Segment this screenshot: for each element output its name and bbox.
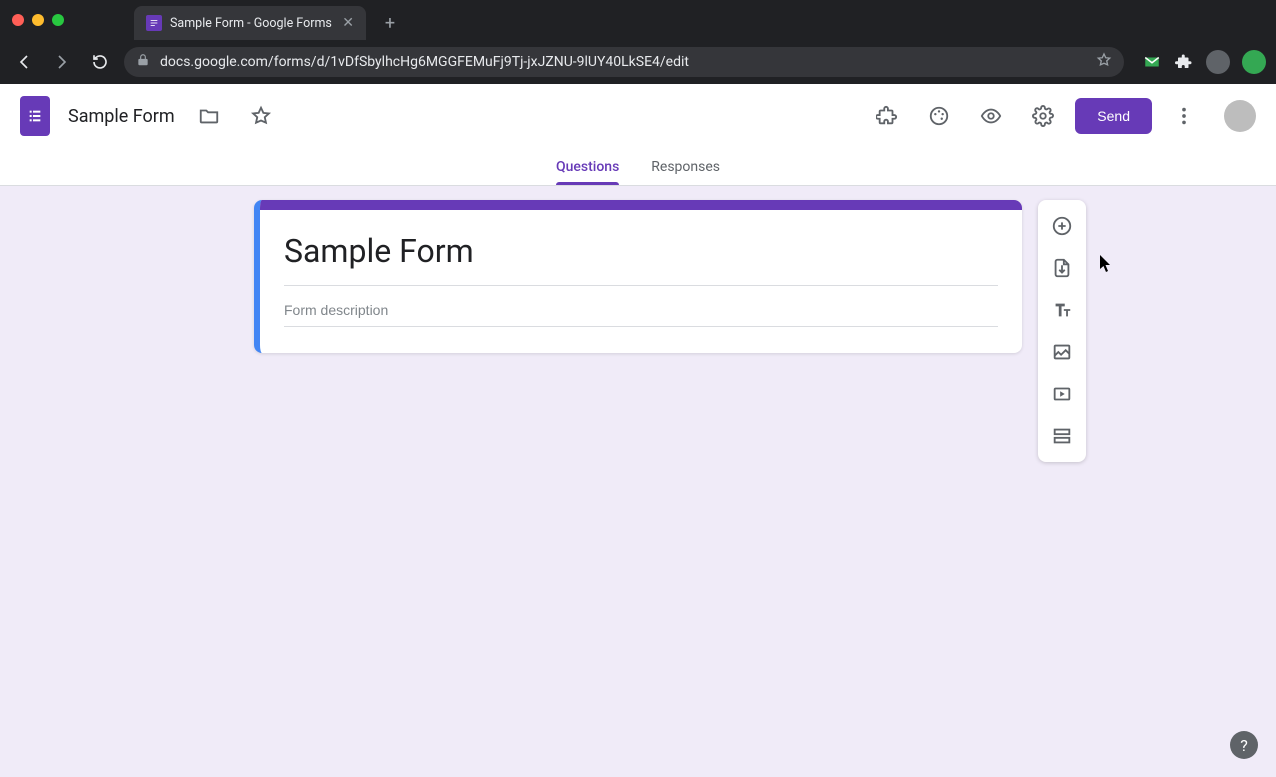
back-button[interactable] <box>10 48 38 76</box>
address-bar[interactable]: docs.google.com/forms/d/1vDfSbylhcHg6MGG… <box>124 47 1124 77</box>
tab-strip: Sample Form - Google Forms ✕ + <box>134 0 404 40</box>
url-text: docs.google.com/forms/d/1vDfSbylhcHg6MGG… <box>160 54 1086 70</box>
window-maximize-icon[interactable] <box>52 14 64 26</box>
window-close-icon[interactable] <box>12 14 24 26</box>
new-tab-button[interactable]: + <box>376 9 404 37</box>
help-button[interactable]: ? <box>1230 731 1258 759</box>
app-header: Sample Form Send <box>0 84 1276 148</box>
add-video-button[interactable] <box>1042 374 1082 414</box>
extension-mail-icon[interactable] <box>1142 52 1162 72</box>
reload-button[interactable] <box>86 48 114 76</box>
title-bar: Sample Form - Google Forms ✕ + <box>0 0 1276 40</box>
account-avatar[interactable] <box>1224 100 1256 132</box>
add-image-button[interactable] <box>1042 332 1082 372</box>
form-title-input[interactable]: Sample Form <box>284 230 998 281</box>
customize-theme-button[interactable] <box>919 96 959 136</box>
question-toolbar <box>1038 200 1086 462</box>
forms-favicon-icon <box>146 15 162 31</box>
add-section-button[interactable] <box>1042 416 1082 456</box>
more-menu-button[interactable] <box>1164 96 1204 136</box>
document-title[interactable]: Sample Form <box>66 102 177 131</box>
form-header-card[interactable]: Sample Form <box>254 200 1022 353</box>
tab-questions[interactable]: Questions <box>556 159 619 185</box>
send-button[interactable]: Send <box>1075 98 1152 134</box>
star-button[interactable] <box>241 96 281 136</box>
lock-icon <box>136 53 150 71</box>
help-icon: ? <box>1240 736 1248 755</box>
form-canvas: Sample Form <box>0 186 1276 777</box>
import-questions-button[interactable] <box>1042 248 1082 288</box>
toolbar-row: docs.google.com/forms/d/1vDfSbylhcHg6MGG… <box>0 40 1276 84</box>
close-tab-icon[interactable]: ✕ <box>342 16 354 30</box>
card-accent-bar <box>260 200 1022 210</box>
add-question-button[interactable] <box>1042 206 1082 246</box>
profile-avatar-2[interactable] <box>1242 50 1266 74</box>
add-title-button[interactable] <box>1042 290 1082 330</box>
extensions-puzzle-icon[interactable] <box>1174 52 1194 72</box>
browser-tab-title: Sample Form - Google Forms <box>170 16 334 31</box>
preview-button[interactable] <box>971 96 1011 136</box>
browser-tab[interactable]: Sample Form - Google Forms ✕ <box>134 6 366 40</box>
move-to-folder-button[interactable] <box>189 96 229 136</box>
forward-button[interactable] <box>48 48 76 76</box>
profile-avatar-1[interactable] <box>1206 50 1230 74</box>
divider <box>284 285 998 286</box>
addons-button[interactable] <box>867 96 907 136</box>
settings-button[interactable] <box>1023 96 1063 136</box>
extension-icons <box>1142 50 1266 74</box>
browser-chrome: Sample Form - Google Forms ✕ + docs.goog… <box>0 0 1276 84</box>
form-description-input[interactable] <box>284 298 998 327</box>
editor-tabs: Questions Responses <box>0 148 1276 186</box>
window-minimize-icon[interactable] <box>32 14 44 26</box>
tab-responses[interactable]: Responses <box>651 159 720 185</box>
forms-logo-icon[interactable] <box>20 96 50 136</box>
bookmark-star-icon[interactable] <box>1096 52 1112 72</box>
window-controls <box>12 14 64 26</box>
